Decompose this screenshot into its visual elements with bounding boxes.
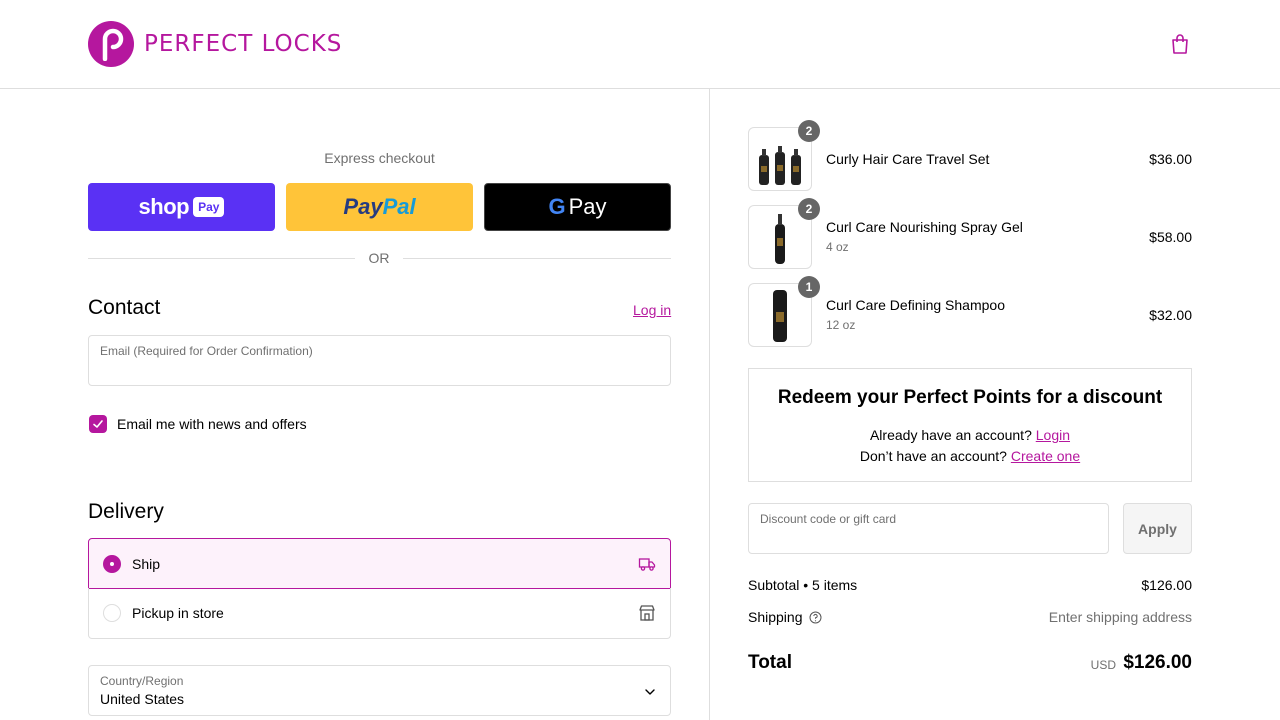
item-variant: 4 oz <box>826 240 849 254</box>
pickup-label: Pickup in store <box>132 605 224 621</box>
country-value: United States <box>100 691 185 707</box>
chevron-down-icon <box>645 689 655 695</box>
item-name: Curl Care Nourishing Spray Gel <box>826 219 1023 235</box>
total-currency: USD <box>1090 658 1116 672</box>
pickup-radio[interactable] <box>103 604 121 622</box>
subtotal-value: $126.00 <box>1141 577 1192 593</box>
question-circle-icon[interactable] <box>809 611 822 624</box>
shop-pay-pill: Pay <box>193 197 225 217</box>
subtotal-label: Subtotal • 5 items <box>748 577 858 593</box>
product-thumbnail: 2 <box>748 120 820 191</box>
apply-discount-button[interactable]: Apply <box>1123 503 1192 554</box>
contact-title: Contact <box>88 296 161 319</box>
login-link[interactable]: Log in <box>633 302 671 318</box>
shipping-label: Shipping <box>748 609 803 625</box>
item-variant: 12 oz <box>826 318 856 332</box>
shipping-value: Enter shipping address <box>1048 609 1192 625</box>
discount-code-input[interactable]: Discount code or gift card <box>748 503 1109 554</box>
or-divider-left <box>88 258 355 259</box>
logo-mark-icon <box>88 21 134 67</box>
redeem-title: Redeem your Perfect Points for a discoun… <box>777 387 1163 408</box>
cart-item: 2 Curl Care Nourishing Spray Gel 4 oz $5… <box>748 198 1192 269</box>
checkmark-icon <box>93 420 103 428</box>
redeem-create-line: Don’t have an account? Create one <box>749 448 1191 464</box>
item-name: Curl Care Defining Shampoo <box>826 297 1005 313</box>
item-price: $32.00 <box>1149 307 1192 323</box>
express-checkout-title: Express checkout <box>324 150 435 166</box>
redeem-create-text: Don’t have an account? <box>859 448 1007 464</box>
email-field-label: Email (Required for Order Confirmation) <box>100 344 313 358</box>
delivery-option-pickup[interactable]: Pickup in store <box>88 588 671 639</box>
total-label: Total <box>748 652 792 673</box>
quantity-badge: 2 <box>798 120 820 142</box>
shop-pay-button[interactable]: shop Pay <box>88 183 275 231</box>
paypal-button[interactable]: Pay Pal <box>286 183 473 231</box>
redeem-login-line: Already have an account? Login <box>749 427 1191 443</box>
quantity-badge: 1 <box>798 276 820 298</box>
ship-radio[interactable] <box>103 555 121 573</box>
country-select[interactable]: Country/Region United States <box>88 665 671 716</box>
shopping-bag-icon[interactable] <box>1168 32 1192 56</box>
cart-item: 1 Curl Care Defining Shampoo 12 oz $32.0… <box>748 276 1192 347</box>
or-separator: OR <box>368 250 390 266</box>
brand-name: PERFECT LOCKS <box>144 31 343 57</box>
item-price: $58.00 <box>1149 229 1192 245</box>
redeem-login-text: Already have an account? <box>869 427 1032 443</box>
paypal-label-part1: Pay <box>343 194 383 219</box>
country-label: Country/Region <box>100 674 184 688</box>
brand-logo[interactable]: PERFECT LOCKS <box>88 21 342 67</box>
google-g-icon: G <box>548 194 566 219</box>
create-account-link[interactable]: Create one <box>1011 448 1080 464</box>
total-value: $126.00 <box>1123 652 1192 673</box>
shipping-label-row: Shipping <box>748 609 822 625</box>
quantity-badge: 2 <box>798 198 820 220</box>
google-pay-button[interactable]: G Pay <box>484 183 671 231</box>
redeem-points-panel: Redeem your Perfect Points for a discoun… <box>748 368 1192 482</box>
product-thumbnail: 1 <box>748 276 820 347</box>
item-price: $36.00 <box>1149 151 1192 167</box>
newsletter-checkbox[interactable] <box>89 415 107 433</box>
site-header: PERFECT LOCKS <box>0 0 1280 89</box>
paypal-label-part2: Pal <box>382 194 416 219</box>
delivery-option-ship[interactable]: Ship <box>88 538 671 589</box>
newsletter-label: Email me with news and offers <box>117 416 307 432</box>
item-name: Curly Hair Care Travel Set <box>826 151 990 167</box>
store-icon <box>639 605 655 621</box>
google-pay-label: Pay <box>568 194 607 219</box>
delivery-title: Delivery <box>88 500 164 523</box>
truck-icon <box>638 558 656 571</box>
or-divider-right <box>403 258 671 259</box>
shop-pay-label: shop <box>138 194 190 219</box>
discount-placeholder: Discount code or gift card <box>760 512 897 526</box>
cart-item: 2 Curly Hair Care Travel Set $36.00 <box>748 120 1192 191</box>
email-field[interactable]: Email (Required for Order Confirmation) <box>88 335 671 386</box>
redeem-login-link[interactable]: Login <box>1036 427 1070 443</box>
column-divider <box>709 89 710 720</box>
ship-label: Ship <box>132 556 161 572</box>
product-thumbnail: 2 <box>748 198 820 269</box>
